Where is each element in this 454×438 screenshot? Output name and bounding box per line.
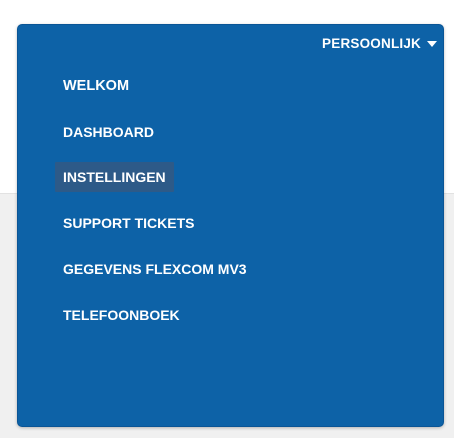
menu-item-gegevens-flexcom-mv3[interactable]: GEGEVENS FLEXCOM MV3: [55, 254, 255, 284]
user-dropdown-menu: PERSOONLIJK WELKOM DASHBOARD INSTELLINGE…: [17, 24, 444, 427]
persoonlijk-menu-toggle[interactable]: PERSOONLIJK: [322, 36, 437, 51]
menu-item-dashboard[interactable]: DASHBOARD: [55, 117, 162, 147]
menu-toggle-label: PERSOONLIJK: [322, 36, 421, 51]
menu-item-support-tickets[interactable]: SUPPORT TICKETS: [55, 208, 202, 238]
menu-item-telefoonboek[interactable]: TELEFOONBOEK: [55, 300, 188, 330]
caret-down-icon: [427, 40, 437, 47]
menu-item-instellingen[interactable]: INSTELLINGEN: [55, 162, 174, 192]
menu-item-welkom: WELKOM: [63, 78, 130, 94]
